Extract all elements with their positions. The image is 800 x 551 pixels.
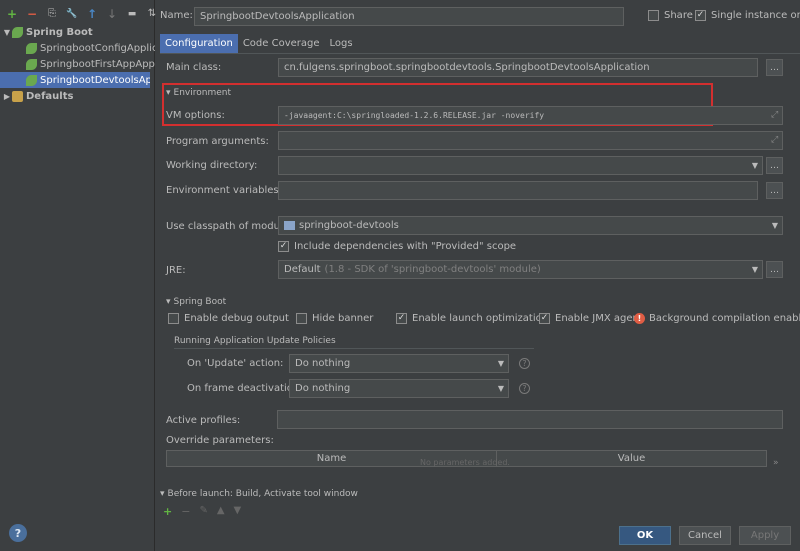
- launch-optimization-option[interactable]: ✓ Enable launch optimization: [396, 313, 548, 324]
- move-task-down-icon[interactable]: ▼: [234, 505, 242, 518]
- tab-configuration[interactable]: Configuration: [160, 34, 238, 53]
- active-profiles-label: Active profiles:: [166, 415, 241, 426]
- main-class-input[interactable]: cn.fulgens.springboot.springbootdevtools…: [278, 58, 758, 77]
- policies-title: Running Application Update Policies: [174, 336, 336, 346]
- expand-field-icon[interactable]: ⤢: [771, 135, 778, 145]
- move-down-icon[interactable]: ↓: [106, 8, 118, 20]
- tab-code-coverage[interactable]: Code Coverage: [238, 34, 325, 53]
- expand-field-icon[interactable]: ⤢: [771, 110, 778, 120]
- program-args-label: Program arguments:: [166, 136, 269, 147]
- active-profiles-input[interactable]: [277, 410, 783, 429]
- single-instance-checkbox[interactable]: ✓: [695, 10, 706, 21]
- before-launch-section-header[interactable]: ▾ Before launch: Build, Activate tool wi…: [160, 489, 358, 499]
- ok-button[interactable]: OK: [619, 526, 671, 545]
- wrench-icon[interactable]: 🔧: [66, 8, 78, 20]
- env-vars-input[interactable]: [278, 181, 758, 200]
- jmx-agent-option[interactable]: ✓ Enable JMX agent: [539, 313, 643, 324]
- debug-output-checkbox[interactable]: [168, 313, 179, 324]
- edit-task-icon[interactable]: ✎: [199, 505, 207, 518]
- browse-working-dir-button[interactable]: …: [766, 157, 783, 174]
- tree-item-first-app[interactable]: SpringbootFirstAppAppl: [0, 56, 155, 72]
- dropdown-arrow-icon[interactable]: ▼: [752, 161, 762, 170]
- edit-env-vars-button[interactable]: …: [766, 182, 783, 199]
- browse-jre-button[interactable]: …: [766, 261, 783, 278]
- spring-boot-icon: [26, 58, 37, 70]
- collapse-icon[interactable]: ▾: [166, 297, 171, 307]
- spring-boot-icon: [26, 74, 37, 86]
- tree-group-defaults[interactable]: ▶ Defaults: [0, 88, 155, 104]
- name-label: Name:: [160, 10, 193, 21]
- tree-group-spring-boot[interactable]: ▼ Spring Boot: [0, 24, 155, 40]
- tab-bar: Configuration Code Coverage Logs: [160, 34, 358, 53]
- bg-compilation-notice: ! Background compilation enabled: [634, 313, 800, 324]
- browse-main-class-button[interactable]: …: [766, 59, 783, 76]
- defaults-icon: [12, 90, 23, 102]
- help-button[interactable]: ?: [9, 524, 27, 542]
- on-update-combo[interactable]: Do nothing ▼: [289, 354, 509, 373]
- classpath-module-combo[interactable]: springboot-devtools ▼: [278, 216, 783, 235]
- override-params-label: Override parameters:: [166, 435, 274, 446]
- dropdown-arrow-icon[interactable]: ▼: [498, 384, 508, 393]
- move-task-up-icon[interactable]: ▲: [217, 505, 225, 518]
- share-checkbox[interactable]: [648, 10, 659, 21]
- jre-label: JRE:: [166, 265, 186, 276]
- remove-task-icon[interactable]: −: [181, 505, 190, 518]
- tree-item-config-app[interactable]: SpringbootConfigApplic: [0, 40, 155, 56]
- working-dir-label: Working directory:: [166, 160, 258, 171]
- name-input[interactable]: SpringbootDevtoolsApplication: [194, 7, 624, 26]
- spring-boot-icon: [12, 26, 23, 38]
- cancel-button[interactable]: Cancel: [679, 526, 731, 545]
- expand-right-icon[interactable]: ▶: [2, 92, 12, 101]
- tab-logs[interactable]: Logs: [325, 34, 358, 53]
- jmx-agent-checkbox[interactable]: ✓: [539, 313, 550, 324]
- on-frame-combo[interactable]: Do nothing ▼: [289, 379, 509, 398]
- help-question-icon[interactable]: ?: [519, 358, 530, 369]
- config-tree: ▼ Spring Boot SpringbootConfigApplic Spr…: [0, 24, 155, 104]
- policies-divider: [174, 348, 534, 349]
- warning-icon: !: [634, 313, 645, 324]
- debug-output-option[interactable]: Enable debug output: [168, 313, 289, 324]
- on-frame-label: On frame deactivation:: [187, 383, 303, 394]
- tree-item-devtools-app[interactable]: SpringbootDevtoolsApp: [0, 72, 150, 88]
- add-task-icon[interactable]: +: [163, 505, 172, 518]
- copy-icon[interactable]: ⎘: [46, 8, 58, 20]
- move-up-icon[interactable]: ↑: [86, 8, 98, 20]
- column-value-header[interactable]: Value: [497, 451, 766, 466]
- hide-banner-option[interactable]: Hide banner: [296, 313, 373, 324]
- include-deps-checkbox[interactable]: ✓: [278, 241, 289, 252]
- single-instance-option[interactable]: ✓ Single instance only: [695, 10, 800, 21]
- vm-options-label: VM options:: [166, 110, 225, 121]
- jre-combo[interactable]: Default (1.8 - SDK of 'springboot-devtoo…: [278, 260, 763, 279]
- env-vars-label: Environment variables:: [166, 185, 282, 196]
- vm-options-input[interactable]: -javaagent:C:\springloaded-1.2.6.RELEASE…: [278, 106, 783, 125]
- help-question-icon[interactable]: ?: [519, 383, 530, 394]
- empty-table-text: No parameters added.: [420, 458, 510, 467]
- module-folder-icon: [284, 221, 295, 230]
- share-option[interactable]: Share: [648, 10, 693, 21]
- dropdown-arrow-icon[interactable]: ▼: [498, 359, 508, 368]
- spring-boot-icon: [26, 42, 37, 54]
- classpath-label: Use classpath of module:: [166, 221, 293, 232]
- folder-icon[interactable]: ▬: [126, 8, 138, 20]
- program-args-input[interactable]: [278, 131, 783, 150]
- collapse-icon[interactable]: ▾: [160, 489, 165, 499]
- remove-icon[interactable]: −: [26, 8, 38, 20]
- expand-table-icon[interactable]: »: [773, 458, 779, 468]
- before-launch-toolbar: + − ✎ ▲ ▼: [163, 505, 241, 518]
- dropdown-arrow-icon[interactable]: ▼: [752, 265, 762, 274]
- dropdown-arrow-icon[interactable]: ▼: [772, 221, 782, 230]
- sort-icon[interactable]: ⇅: [146, 8, 158, 20]
- include-deps-option[interactable]: ✓ Include dependencies with "Provided" s…: [278, 241, 516, 252]
- on-update-label: On 'Update' action:: [187, 358, 284, 369]
- launch-optimization-checkbox[interactable]: ✓: [396, 313, 407, 324]
- working-dir-combo[interactable]: ▼: [278, 156, 763, 175]
- add-icon[interactable]: +: [6, 8, 18, 20]
- main-class-label: Main class:: [166, 62, 222, 73]
- expand-down-icon[interactable]: ▼: [2, 28, 12, 37]
- hide-banner-checkbox[interactable]: [296, 313, 307, 324]
- tree-toolbar: + − ⎘ 🔧 ↑ ↓ ▬ ⇅: [6, 4, 158, 24]
- spring-boot-section-header[interactable]: ▾ Spring Boot: [166, 297, 226, 307]
- apply-button[interactable]: Apply: [739, 526, 791, 545]
